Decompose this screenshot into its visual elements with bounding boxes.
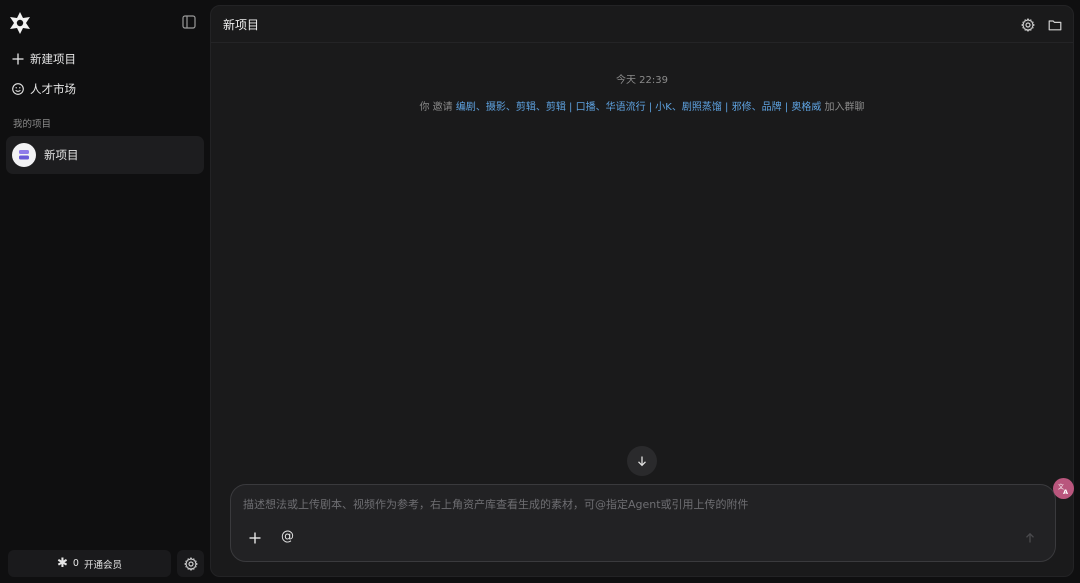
svg-text:A: A <box>1063 488 1068 495</box>
attach-button[interactable] <box>243 526 267 550</box>
plus-icon <box>249 532 261 544</box>
chat-panel: 新项目 今天 22:39 你 邀请 编剧、摄影、剪辑、剪辑 | 口播、华语流行 … <box>210 5 1074 577</box>
invite-suffix: 加入群聊 <box>824 102 865 113</box>
my-projects-heading: 我的项目 <box>13 119 52 130</box>
folder-icon[interactable] <box>1048 17 1062 31</box>
message-composer: @ <box>230 484 1056 562</box>
system-invite-message: 你 邀请 编剧、摄影、剪辑、剪辑 | 口播、华语流行 | 小K、剧照蒸馏 | 邪… <box>211 98 1073 113</box>
send-button[interactable] <box>1021 529 1039 547</box>
project-item[interactable]: 新项目 <box>6 136 204 174</box>
membership-label: 开通会员 <box>83 559 122 571</box>
message-timestamp: 今天 22:39 <box>616 75 668 86</box>
project-label: 新项目 <box>44 148 79 162</box>
membership-button[interactable]: ✱ 0 开通会员 <box>8 550 171 577</box>
invited-agents-link[interactable]: 编剧、摄影、剪辑、剪辑 | 口播、华语流行 | 小K、剧照蒸馏 | 邪修、品牌 … <box>456 102 821 113</box>
arrow-down-icon <box>638 456 646 467</box>
new-project-button[interactable]: 新建项目 <box>12 49 76 69</box>
talent-market-button[interactable]: 人才市场 <box>12 79 76 99</box>
sidebar-settings-button[interactable] <box>177 550 204 577</box>
invite-verb: 邀请 <box>432 102 453 113</box>
asterisk-icon: ✱ <box>57 556 68 571</box>
smiley-icon <box>12 83 24 95</box>
message-input[interactable] <box>243 495 1023 513</box>
plus-icon <box>12 53 24 65</box>
scroll-to-bottom-button[interactable] <box>627 446 657 476</box>
sidebar: 新建项目 人才市场 我的项目 新项目 ✱ 0 开通会员 <box>0 0 210 583</box>
app-logo[interactable] <box>8 11 32 35</box>
gear-icon <box>183 556 198 571</box>
sidebar-toggle-icon[interactable] <box>182 14 198 30</box>
new-project-label: 新建项目 <box>30 52 76 66</box>
settings-gear-icon[interactable] <box>1020 17 1036 33</box>
project-avatar <box>12 143 36 167</box>
page-title: 新项目 <box>223 18 260 32</box>
arrow-up-icon <box>1026 532 1034 543</box>
credits-count: 0 <box>72 558 79 569</box>
translate-icon[interactable]: 文 A <box>1053 478 1074 499</box>
mention-button[interactable]: @ <box>281 529 294 544</box>
inviter: 你 <box>419 102 430 113</box>
chat-header: 新项目 <box>211 6 1073 43</box>
project-avatar-icon <box>19 150 29 160</box>
talent-market-label: 人才市场 <box>30 82 76 96</box>
